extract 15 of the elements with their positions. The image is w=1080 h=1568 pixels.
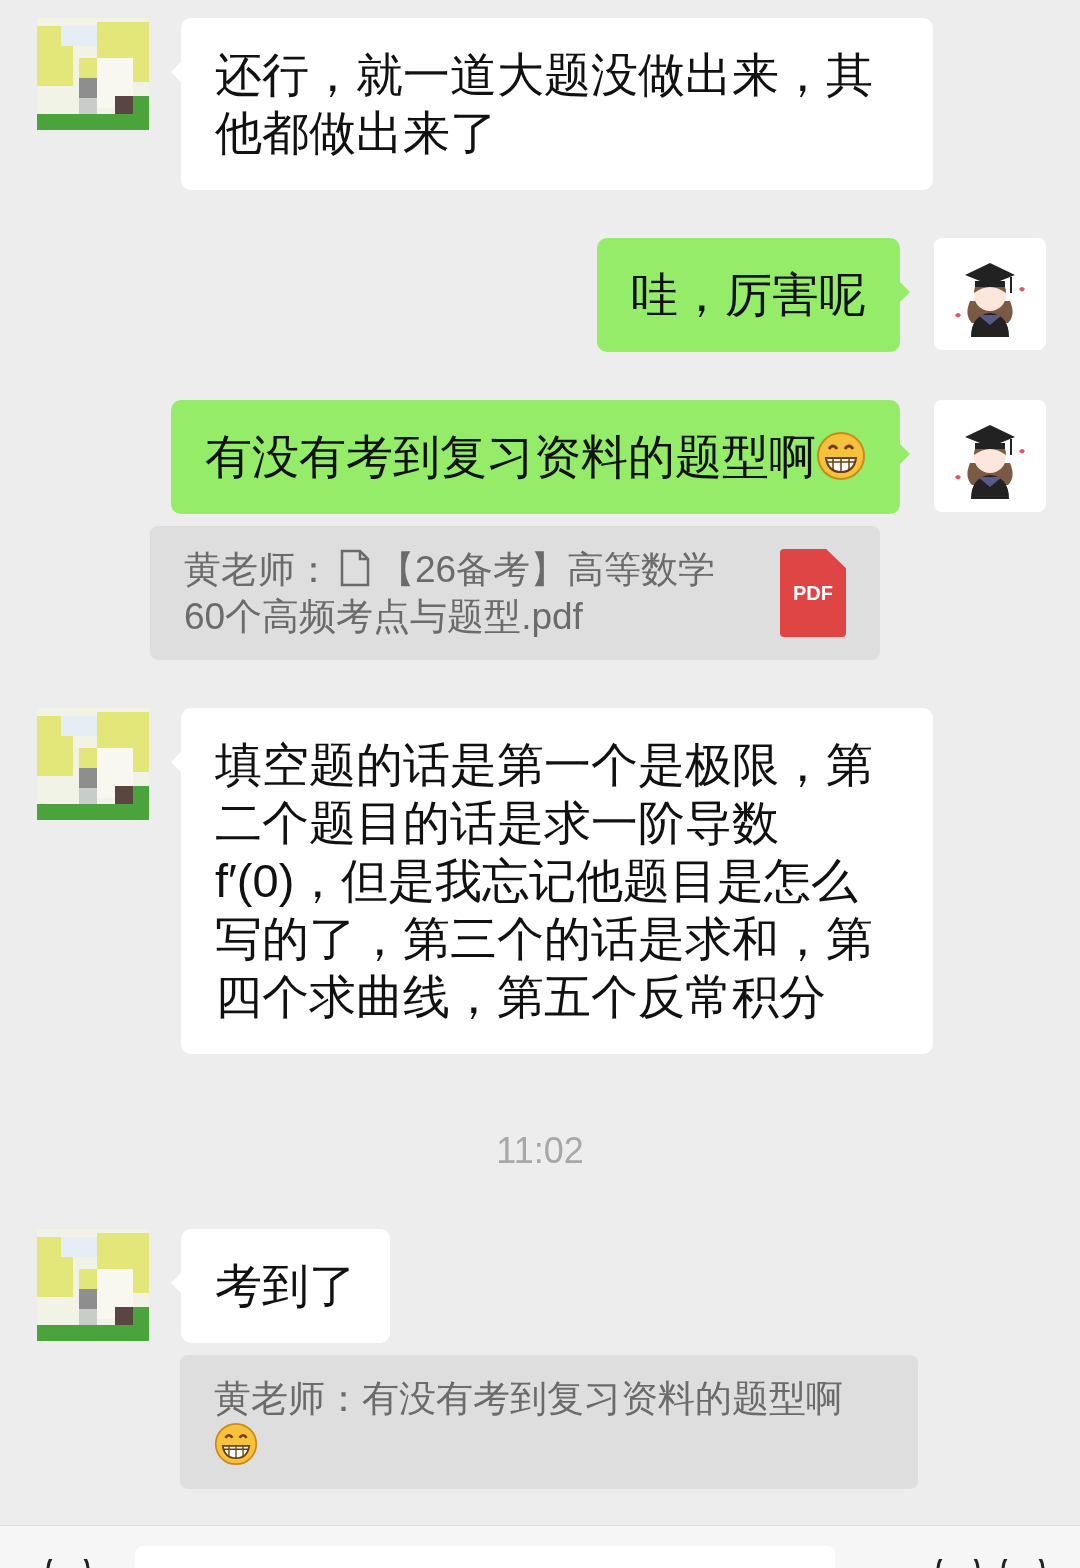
quote-text: 60个高频考点与题型.pdf	[184, 596, 583, 637]
message-text: 填空题的话是第一个是极限，第二个题目的话是求一阶导数 f′(0)，但是我忘记他题目是怎么写的了，第三个的话是求和，第四个求曲线，第五个反常积分	[215, 738, 873, 1023]
pdf-file-icon: PDF	[780, 549, 846, 637]
message-text: 哇，厉害呢	[631, 268, 866, 321]
quote-text: 【26备考】高等数学	[378, 549, 716, 590]
message-text: 有没有考到复习资料的题型啊	[205, 430, 816, 483]
timestamp: 11:02	[496, 1131, 584, 1171]
quote-card[interactable]: 黄老师： 【26备考】高等数学 60个高频考点与题型.pdf PDF	[150, 526, 880, 660]
message-text: 还行，就一道大题没做出来，其他都做出来了	[215, 48, 873, 159]
quote-sender: 黄老师：	[214, 1378, 362, 1419]
quote-card[interactable]: 黄老师：有没有考到复习资料的题型啊	[180, 1355, 918, 1489]
quote-text: 有没有考到复习资料的题型啊	[362, 1378, 843, 1419]
file-icon	[340, 549, 370, 587]
message-text: 考到了	[215, 1259, 356, 1312]
quote-sender: 黄老师：	[184, 549, 332, 590]
